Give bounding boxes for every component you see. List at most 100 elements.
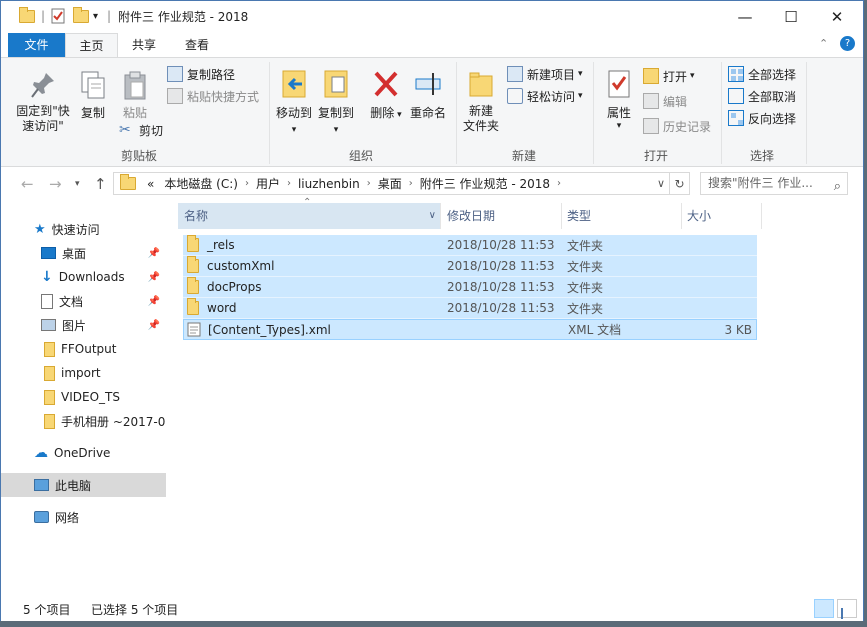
invert-selection-icon <box>728 110 744 126</box>
paste-shortcut-button[interactable]: 粘贴快捷方式 <box>167 86 259 106</box>
maximize-button[interactable]: ☐ <box>768 1 814 32</box>
column-filter-icon[interactable]: ∨ <box>429 203 436 229</box>
sidebar-item-phone-album[interactable]: 手机相册 ~2017-0 <box>1 409 166 433</box>
column-header-size[interactable]: 大小 <box>681 203 761 229</box>
invert-selection-button[interactable]: 反向选择 <box>728 108 796 128</box>
properties-button[interactable]: 属性 ▾ <box>599 68 639 131</box>
new-item-button[interactable]: 新建项目 ▾ <box>507 64 583 84</box>
new-folder-quick-icon[interactable] <box>73 6 89 25</box>
history-button[interactable]: 历史记录 <box>643 116 711 136</box>
large-icons-view-button[interactable] <box>837 599 857 619</box>
up-icon[interactable]: ↑ <box>94 175 107 193</box>
navigation-bar: ← → ▾ ↑ « 本地磁盘 (C:) › 用户 › liuzhenbin › … <box>1 167 863 201</box>
sidebar-item-quick-access[interactable]: ★ 快速访问 <box>1 217 166 241</box>
select-none-label: 全部取消 <box>748 89 797 104</box>
breadcrumb-users[interactable]: 用户 <box>256 175 280 192</box>
table-row[interactable]: word 2018/10/28 11:53 文件夹 <box>183 298 757 319</box>
properties-quick-icon[interactable] <box>51 7 65 25</box>
table-row[interactable]: [Content_Types].xml XML 文档 3 KB <box>183 319 757 340</box>
sidebar-item-label: OneDrive <box>54 446 111 460</box>
minimize-button[interactable]: — <box>722 1 768 32</box>
copy-button[interactable]: 复制 <box>75 70 111 121</box>
pin-icon[interactable]: 📌 <box>148 320 160 331</box>
file-type: XML 文档 <box>568 323 622 337</box>
close-button[interactable]: ✕ <box>814 1 860 32</box>
table-row[interactable]: customXml 2018/10/28 11:53 文件夹 <box>183 256 757 277</box>
address-dropdown-icon[interactable]: ∨ <box>657 177 665 190</box>
collapse-ribbon-icon[interactable]: ⌃ <box>819 37 828 50</box>
sidebar-item-ffoutput[interactable]: FFOutput <box>1 337 166 361</box>
chevron-right-icon[interactable]: › <box>367 178 371 189</box>
breadcrumb-overflow[interactable]: « <box>147 177 154 191</box>
table-row[interactable]: _rels 2018/10/28 11:53 文件夹 <box>183 235 757 256</box>
breadcrumb-desktop[interactable]: 桌面 <box>378 175 402 192</box>
rename-button[interactable]: 重命名 <box>407 68 449 121</box>
breadcrumb-local-disk[interactable]: 本地磁盘 (C:) <box>164 175 238 192</box>
paste-shortcut-icon <box>167 88 183 104</box>
chevron-right-icon[interactable]: › <box>409 178 413 189</box>
cut-button[interactable]: ✂ 剪切 <box>119 120 163 140</box>
refresh-button[interactable]: ↻ <box>670 172 690 195</box>
delete-button[interactable]: 删除 ▾ <box>365 68 407 121</box>
pin-icon[interactable]: 📌 <box>148 248 160 259</box>
pin-icon[interactable]: 📌 <box>148 296 160 307</box>
tab-view[interactable]: 查看 <box>171 33 223 57</box>
sidebar-item-label: FFOutput <box>61 342 117 356</box>
easy-access-button[interactable]: 轻松访问 ▾ <box>507 86 583 106</box>
window-title: 附件三 作业规范 - 2018 <box>118 10 249 24</box>
help-icon[interactable]: ? <box>840 36 855 51</box>
table-row[interactable]: docProps 2018/10/28 11:53 文件夹 <box>183 277 757 298</box>
folder-icon[interactable] <box>19 6 35 25</box>
back-icon[interactable]: ← <box>21 175 34 193</box>
sidebar-item-desktop[interactable]: 桌面 📌 <box>1 241 166 265</box>
search-input[interactable]: 搜索"附件三 作业... ⌕ <box>700 172 848 195</box>
address-bar[interactable]: « 本地磁盘 (C:) › 用户 › liuzhenbin › 桌面 › 附件三… <box>113 172 670 195</box>
pin-quick-access-button[interactable]: 固定到"快 速访问" <box>13 70 73 134</box>
sidebar-item-this-pc[interactable]: 此电脑 <box>1 473 166 497</box>
column-header-name[interactable]: 名称 ∨ <box>178 203 440 229</box>
forward-icon[interactable]: → <box>49 175 62 193</box>
open-label: 打开 <box>663 69 688 84</box>
properties-label: 属性 <box>606 106 631 120</box>
sidebar-item-pictures[interactable]: 图片 📌 <box>1 313 166 337</box>
chevron-right-icon[interactable]: › <box>557 178 561 189</box>
cloud-icon: ☁ <box>34 445 48 461</box>
column-divider[interactable] <box>761 203 762 229</box>
sidebar-item-label: 图片 <box>62 318 87 333</box>
open-button[interactable]: 打开 ▾ <box>643 66 695 86</box>
copy-to-dropdown-icon: ▾ <box>333 125 339 135</box>
column-header-date[interactable]: 修改日期 <box>441 203 561 229</box>
tab-home[interactable]: 主页 <box>65 33 118 57</box>
new-folder-button[interactable]: 新建 文件夹 <box>459 68 503 134</box>
pin-icon[interactable]: 📌 <box>148 272 160 283</box>
chevron-right-icon[interactable]: › <box>245 178 249 189</box>
sidebar-item-documents[interactable]: 文档 📌 <box>1 289 166 313</box>
invert-selection-label: 反向选择 <box>748 111 797 126</box>
quick-access-dropdown-icon[interactable]: ▾ <box>93 7 98 25</box>
sidebar-item-video-ts[interactable]: VIDEO_TS <box>1 385 166 409</box>
tab-share[interactable]: 共享 <box>119 33 169 57</box>
select-none-button[interactable]: 全部取消 <box>728 86 796 106</box>
copy-label: 复制 <box>80 106 105 120</box>
move-to-button[interactable]: 移动到 ▾ <box>273 68 315 135</box>
edit-button[interactable]: 编辑 <box>643 91 687 111</box>
copy-path-button[interactable]: 复制路径 <box>167 64 235 84</box>
file-name: docProps <box>207 280 262 294</box>
sidebar-item-network[interactable]: 网络 <box>1 505 166 529</box>
breadcrumb-current-folder[interactable]: 附件三 作业规范 - 2018 <box>420 175 550 192</box>
recent-locations-icon[interactable]: ▾ <box>75 179 80 189</box>
sidebar-item-onedrive[interactable]: ☁ OneDrive <box>1 441 166 465</box>
chevron-right-icon[interactable]: › <box>287 178 291 189</box>
file-name: customXml <box>207 259 275 273</box>
column-header-type[interactable]: 类型 <box>561 203 681 229</box>
sidebar-item-import[interactable]: import <box>1 361 166 385</box>
details-view-button[interactable] <box>814 599 834 618</box>
paste-button[interactable]: 粘贴 <box>115 70 155 121</box>
new-folder-label: 新建 文件夹 <box>462 104 499 133</box>
select-all-button[interactable]: 全部选择 <box>728 64 796 84</box>
sidebar-item-downloads[interactable]: ↓ Downloads 📌 <box>1 265 166 289</box>
desktop-icon <box>41 247 56 259</box>
copy-to-button[interactable]: 复制到 ▾ <box>315 68 357 135</box>
tab-file[interactable]: 文件 <box>8 33 65 57</box>
breadcrumb-user[interactable]: liuzhenbin <box>298 177 360 191</box>
